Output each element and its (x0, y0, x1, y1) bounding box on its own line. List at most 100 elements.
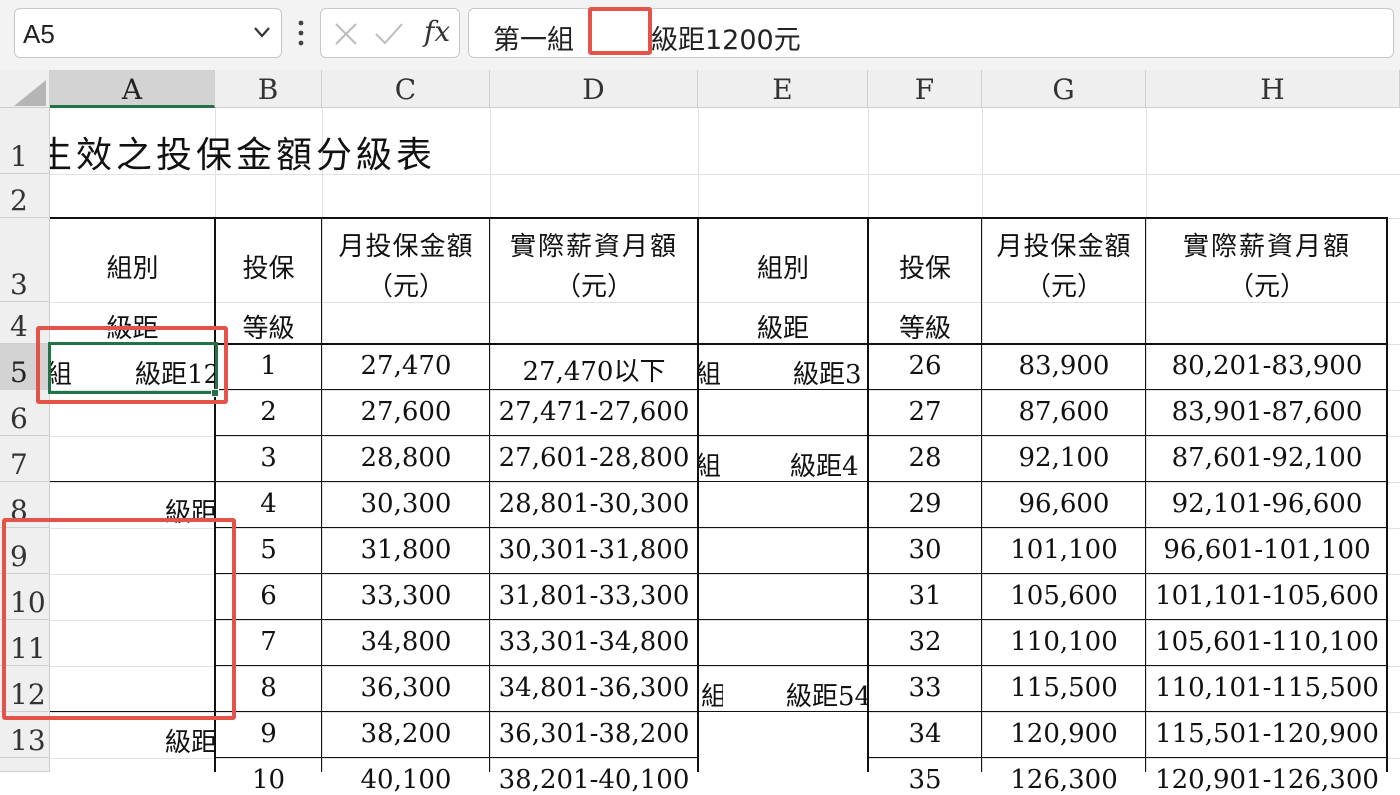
right-grade-cell[interactable]: 34 (868, 719, 982, 749)
right-amount-cell[interactable]: 120,900 (982, 719, 1146, 749)
right-grade-cell[interactable]: 32 (868, 627, 982, 657)
right-range-cell[interactable]: 120,901-126,300 (1146, 765, 1388, 795)
left-range-cell[interactable]: 31,801-33,300 (490, 581, 698, 611)
right-range-cell[interactable]: 87,601-92,100 (1146, 443, 1388, 473)
table-border (50, 217, 1388, 219)
left-amount-cell[interactable]: 33,300 (322, 581, 490, 611)
left-amount-cell[interactable]: 36,300 (322, 673, 490, 703)
left-range-cell[interactable]: 27,601-28,800 (490, 443, 698, 473)
left-amount-cell[interactable]: 28,800 (322, 443, 490, 473)
column-header-b[interactable]: B (215, 70, 322, 108)
right-range-cell[interactable]: 105,601-110,100 (1146, 627, 1388, 657)
gridline (50, 436, 1400, 437)
left-range-cell[interactable]: 36,301-38,200 (490, 719, 698, 749)
gridline (50, 574, 1400, 575)
left-amount-cell[interactable]: 38,200 (322, 719, 490, 749)
cancel-icon[interactable] (333, 21, 359, 47)
cell-e12-group[interactable]: 組 (699, 676, 723, 710)
header-group-left: 組別 (106, 254, 159, 284)
right-grade-cell[interactable]: 29 (868, 489, 982, 519)
left-range-cell[interactable]: 27,471-27,600 (490, 397, 698, 427)
row-header-2[interactable]: 2 (0, 174, 50, 218)
name-box-value: A5 (23, 19, 55, 49)
cell-e7-group[interactable]: 組 (699, 446, 721, 480)
left-grade-cell[interactable]: 3 (215, 443, 322, 473)
left-grade-cell[interactable]: 1 (215, 351, 322, 381)
left-range-cell[interactable]: 27,470以下 (490, 351, 698, 388)
right-amount-cell[interactable]: 87,600 (982, 397, 1146, 427)
row-header-3[interactable]: 3 (0, 218, 50, 302)
table-border (215, 619, 1388, 620)
left-amount-cell[interactable]: 27,600 (322, 397, 490, 427)
right-amount-cell[interactable]: 110,100 (982, 627, 1146, 657)
right-range-cell[interactable]: 92,101-96,600 (1146, 489, 1388, 519)
right-grade-cell[interactable]: 26 (868, 351, 982, 381)
left-amount-cell[interactable]: 30,300 (322, 489, 490, 519)
header-unit-d: （元） (554, 272, 633, 302)
right-amount-cell[interactable]: 105,600 (982, 581, 1146, 611)
left-amount-cell[interactable]: 40,100 (322, 765, 490, 795)
row-header-1[interactable]: 1 (0, 108, 50, 174)
left-amount-cell[interactable]: 31,800 (322, 535, 490, 565)
left-grade-cell[interactable]: 10 (215, 765, 322, 795)
column-header-a[interactable]: A (50, 70, 215, 108)
right-range-cell[interactable]: 115,501-120,900 (1146, 719, 1388, 749)
right-amount-cell[interactable]: 126,300 (982, 765, 1146, 795)
formula-text-prefix: 第一組 (493, 25, 574, 56)
cell-e7-tier[interactable]: 級距4 (790, 446, 867, 480)
cell-e5-tier[interactable]: 級距3 (793, 354, 867, 388)
right-grade-cell[interactable]: 27 (868, 397, 982, 427)
merged-cell-bg (699, 482, 867, 527)
right-amount-cell[interactable]: 92,100 (982, 443, 1146, 473)
right-range-cell[interactable]: 83,901-87,600 (1146, 397, 1388, 427)
column-header-f[interactable]: F (868, 70, 982, 108)
gridline (50, 528, 1400, 529)
left-grade-cell[interactable]: 2 (215, 397, 322, 427)
left-range-cell[interactable]: 33,301-34,800 (490, 627, 698, 657)
right-amount-cell[interactable]: 101,100 (982, 535, 1146, 565)
more-options-icon[interactable] (296, 16, 306, 50)
left-grade-cell[interactable]: 9 (215, 719, 322, 749)
right-range-cell[interactable]: 110,101-115,500 (1146, 673, 1388, 703)
header-grade-right: 等級 (898, 314, 951, 344)
header-grade-left: 等級 (242, 314, 295, 344)
left-amount-cell[interactable]: 34,800 (322, 627, 490, 657)
table-border (215, 435, 1388, 436)
sheet-title[interactable]: 生效之投保金額分級表 (50, 118, 490, 174)
right-amount-cell[interactable]: 83,900 (982, 351, 1146, 381)
left-range-cell[interactable]: 30,301-31,800 (490, 535, 698, 565)
cell-e5-group[interactable]: 組 (699, 354, 721, 388)
cell-e12-tier[interactable]: 級距54 (786, 676, 867, 710)
row-header-14[interactable] (0, 758, 50, 772)
select-all-triangle-icon (14, 80, 46, 106)
left-range-cell[interactable]: 34,801-36,300 (490, 673, 698, 703)
cell-a13-tier[interactable]: 級距 (165, 722, 215, 756)
right-grade-cell[interactable]: 33 (868, 673, 982, 703)
column-header-g[interactable]: G (982, 70, 1146, 108)
right-grade-cell[interactable]: 31 (868, 581, 982, 611)
column-header-e[interactable]: E (698, 70, 868, 108)
left-amount-cell[interactable]: 27,470 (322, 351, 490, 381)
name-box[interactable]: A5 (14, 8, 282, 58)
left-grade-cell[interactable]: 4 (215, 489, 322, 519)
column-header-h[interactable]: H (1146, 70, 1400, 108)
formula-text-suffix: 級距1200元 (651, 25, 801, 56)
right-range-cell[interactable]: 80,201-83,900 (1146, 351, 1388, 381)
chevron-down-icon[interactable] (251, 21, 273, 43)
left-range-cell[interactable]: 28,801-30,300 (490, 489, 698, 519)
insert-function-button[interactable]: fx (424, 15, 450, 48)
left-range-cell[interactable]: 38,201-40,100 (490, 765, 698, 795)
right-grade-cell[interactable]: 30 (868, 535, 982, 565)
right-grade-cell[interactable]: 35 (868, 765, 982, 795)
right-amount-cell[interactable]: 115,500 (982, 673, 1146, 703)
right-amount-cell[interactable]: 96,600 (982, 489, 1146, 519)
row-header-7[interactable]: 7 (0, 436, 50, 482)
column-header-c[interactable]: C (322, 70, 490, 108)
column-header-d[interactable]: D (490, 70, 698, 108)
right-grade-cell[interactable]: 28 (868, 443, 982, 473)
confirm-icon[interactable] (373, 21, 405, 47)
right-range-cell[interactable]: 96,601-101,100 (1146, 535, 1388, 565)
right-range-cell[interactable]: 101,101-105,600 (1146, 581, 1388, 611)
table-border (215, 573, 1388, 574)
header-tier-right: 級距 (756, 314, 809, 344)
